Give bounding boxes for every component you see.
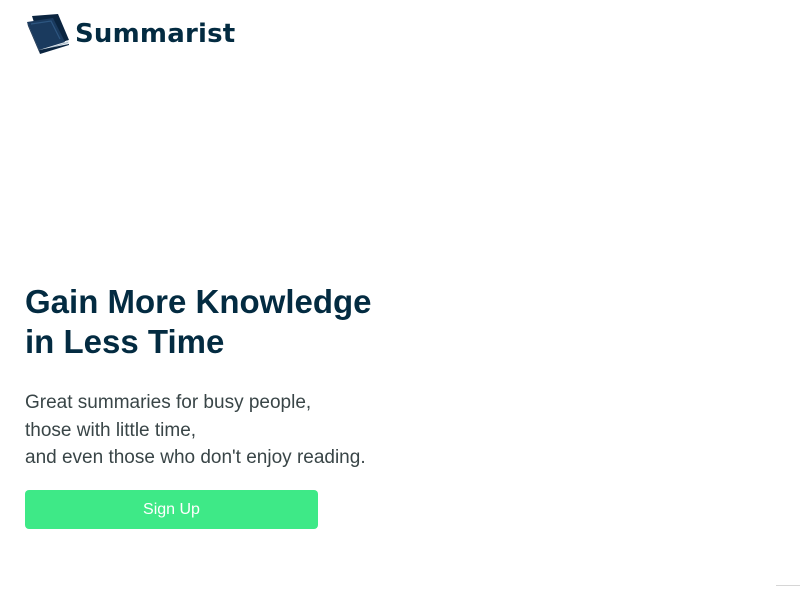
hero-title: Gain More Knowledge in Less Time xyxy=(25,282,465,362)
hero-section: Gain More Knowledge in Less Time Great s… xyxy=(25,282,465,472)
hero-subtitle-line: those with little time, xyxy=(25,419,197,441)
hero-title-line: Gain More Knowledge xyxy=(25,283,372,320)
sign-up-button[interactable]: Sign Up xyxy=(25,490,318,529)
hero-subtitle-line: and even those who don't enjoy reading. xyxy=(25,447,366,468)
landing-page: Summarist Gain More Knowledge in Less Ti… xyxy=(0,0,800,600)
divider xyxy=(776,585,800,586)
book-icon xyxy=(27,14,69,54)
brand-logo[interactable]: Summarist xyxy=(25,12,235,56)
hero-title-line: in Less Time xyxy=(25,323,225,360)
hero-subtitle-line: Great summaries for busy people, xyxy=(25,392,312,413)
hero-subtitle: Great summaries for busy people, those w… xyxy=(25,389,465,472)
brand-name: Summarist xyxy=(75,19,236,49)
